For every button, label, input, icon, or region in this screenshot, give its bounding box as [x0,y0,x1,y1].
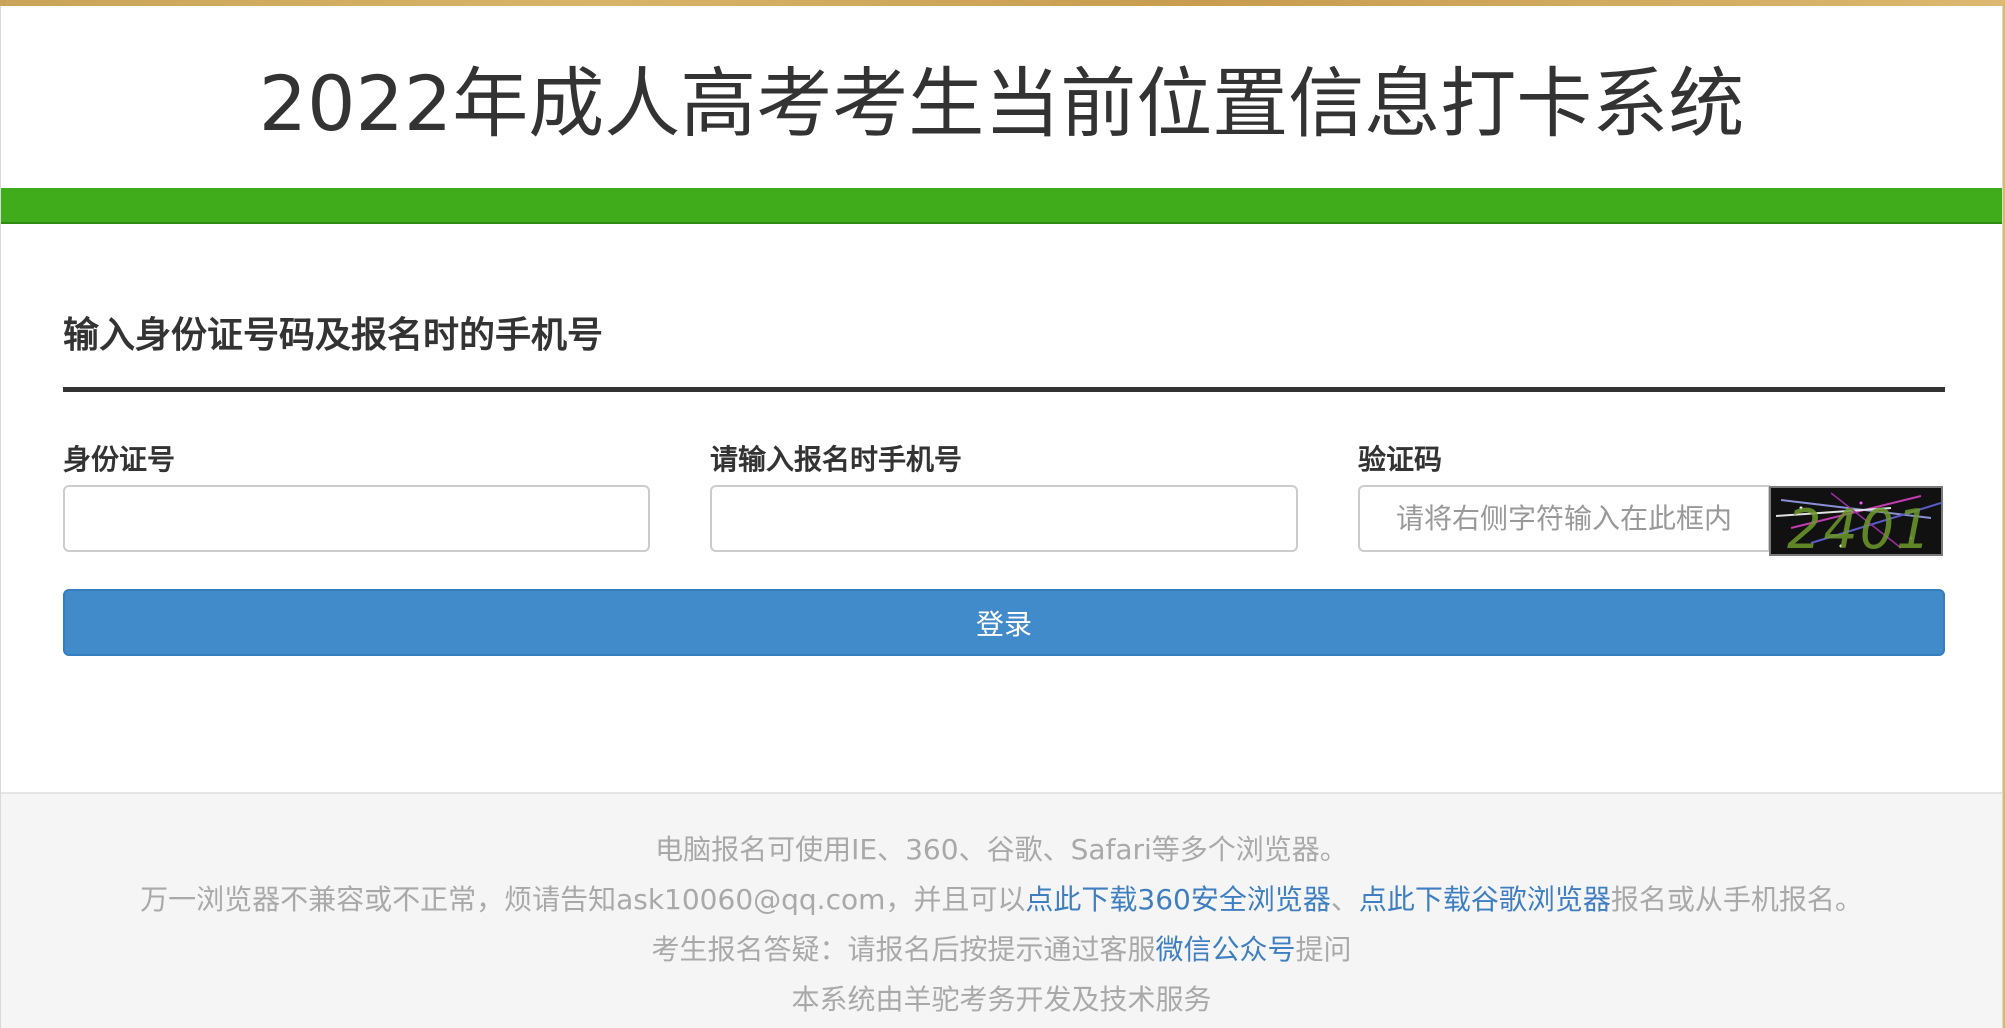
captcha-label: 验证码 [1358,443,1443,476]
wechat-account-link[interactable]: 微信公众号 [1155,933,1295,966]
id-number-label: 身份证号 [63,443,176,476]
phone-label: 请输入报名时手机号 [710,443,963,476]
download-360-link[interactable]: 点此下载360安全浏览器 [1025,883,1330,916]
footer-line-browsers: 电脑报名可使用IE、360、谷歌、Safari等多个浏览器。 [655,833,1348,866]
footer-support-text: 考生报名答疑：请报名后按提示通过客服 [651,933,1156,966]
form-section-title: 输入身份证号码及报名时的手机号 [63,315,604,356]
phone-input[interactable] [710,485,1298,552]
footer-line-credit: 本系统由羊驼考务开发及技术服务 [791,983,1212,1016]
section-divider [63,387,1945,392]
footer-line-support: 考生报名答疑：请报名后按提示通过客服微信公众号提问 [1,928,2002,968]
footer-compat-text: 万一浏览器不兼容或不正常，烦请告知ask10060@qq.com，并且可以 [140,883,1026,916]
page-header: 2022年成人高考考生当前位置信息打卡系统 [1,6,2002,188]
download-chrome-link[interactable]: 点此下载谷歌浏览器 [1359,883,1611,916]
footer: 电脑报名可使用IE、360、谷歌、Safari等多个浏览器。 万一浏览器不兼容或… [1,792,2002,1028]
id-number-input[interactable] [63,485,650,552]
footer-line-compat: 万一浏览器不兼容或不正常，烦请告知ask10060@qq.com，并且可以点此下… [1,878,2002,918]
page-title: 2022年成人高考考生当前位置信息打卡系统 [258,59,1745,148]
footer-compat-suffix: 报名或从手机报名。 [1610,883,1863,916]
header-green-bar [1,188,2002,224]
footer-support-suffix: 提问 [1295,933,1352,966]
captcha-input[interactable] [1358,485,1770,552]
captcha-code: 2401 [1787,498,1933,556]
captcha-image[interactable]: 2401 [1769,486,1943,556]
main-panel: 2022年成人高考考生当前位置信息打卡系统 输入身份证号码及报名时的手机号 身份… [0,6,2003,1028]
footer-separator: 、 [1330,883,1359,916]
login-button[interactable]: 登录 [63,589,1945,656]
